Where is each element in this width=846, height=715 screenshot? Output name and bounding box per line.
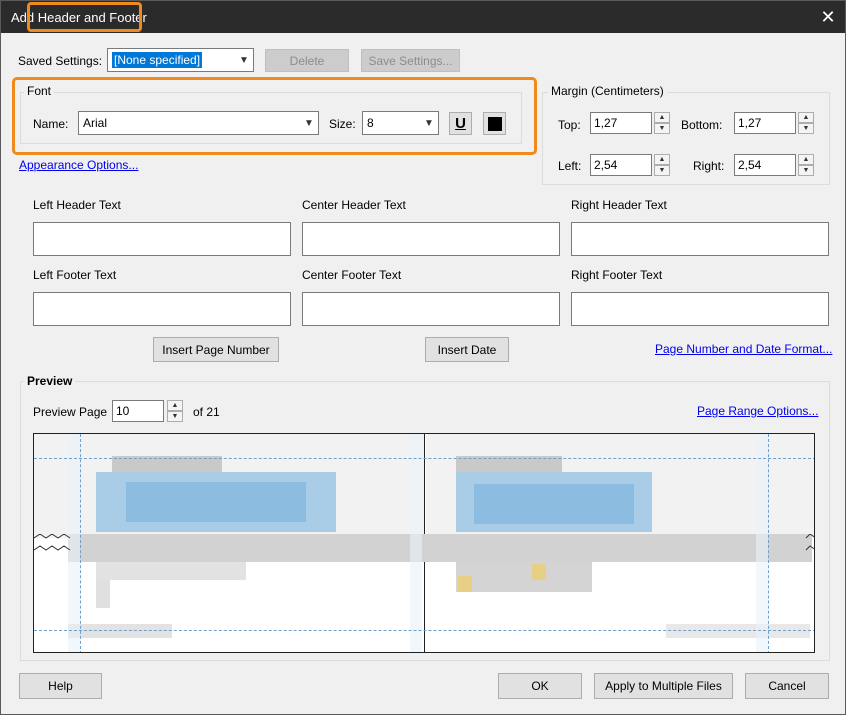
margin-left-input[interactable]: 2,54 — [590, 154, 652, 176]
page-range-options-link[interactable]: Page Range Options... — [697, 404, 818, 418]
center-header-input[interactable] — [302, 222, 560, 256]
saved-settings-value: [None specified] — [112, 52, 203, 68]
margin-right-value: 2,54 — [738, 158, 762, 172]
margin-right-spinner[interactable]: ▲ ▼ — [798, 154, 814, 176]
preview-page-spinner[interactable]: ▲ ▼ — [167, 400, 183, 422]
preview-margin-guide — [34, 458, 814, 459]
margin-right-label: Right: — [693, 159, 725, 173]
margin-top-label: Top: — [558, 118, 581, 132]
preview-blur-block — [532, 564, 546, 580]
spin-down-icon[interactable]: ▼ — [654, 123, 670, 134]
preview-blur-block — [96, 580, 110, 608]
preview-blur-block — [456, 562, 592, 592]
left-footer-input[interactable] — [33, 292, 291, 326]
preview-blur-block — [666, 624, 810, 638]
help-button[interactable]: Help — [19, 673, 102, 699]
page-number-date-format-link[interactable]: Page Number and Date Format... — [655, 342, 832, 356]
cancel-button[interactable]: Cancel — [745, 673, 829, 699]
preview-group-title: Preview — [24, 374, 76, 388]
spin-down-icon[interactable]: ▼ — [798, 123, 814, 134]
save-settings-button[interactable]: Save Settings... — [361, 49, 460, 72]
margin-top-spinner[interactable]: ▲ ▼ — [654, 112, 670, 134]
margin-left-value: 2,54 — [594, 158, 618, 172]
preview-page-total: of 21 — [193, 405, 220, 419]
margin-bottom-label: Bottom: — [681, 118, 723, 132]
left-footer-label: Left Footer Text — [33, 268, 117, 282]
left-header-input[interactable] — [33, 222, 291, 256]
margin-left-label: Left: — [558, 159, 582, 173]
insert-date-button[interactable]: Insert Date — [425, 337, 509, 362]
spin-down-icon[interactable]: ▼ — [167, 411, 183, 422]
center-footer-input[interactable] — [302, 292, 560, 326]
saved-settings-label: Saved Settings: — [18, 54, 103, 68]
chevron-down-icon: ▼ — [239, 54, 249, 66]
preview-page-input[interactable]: 10 — [112, 400, 164, 422]
spin-up-icon[interactable]: ▲ — [167, 400, 183, 411]
ok-button[interactable]: OK — [498, 673, 582, 699]
title-bar: Add Header and Footer ✕ — [1, 1, 845, 33]
apply-to-multiple-files-button[interactable]: Apply to Multiple Files — [594, 673, 733, 699]
appearance-options-link[interactable]: Appearance Options... — [19, 158, 138, 172]
delete-button[interactable]: Delete — [265, 49, 349, 72]
right-header-label: Right Header Text — [571, 198, 667, 212]
font-highlight-box — [12, 77, 537, 155]
spin-up-icon[interactable]: ▲ — [654, 154, 670, 165]
right-footer-label: Right Footer Text — [571, 268, 663, 282]
spin-down-icon[interactable]: ▼ — [654, 165, 670, 176]
preview-blur-block — [96, 562, 246, 580]
margin-top-value: 1,27 — [594, 116, 618, 130]
left-header-label: Left Header Text — [33, 198, 121, 212]
margin-left-spinner[interactable]: ▲ ▼ — [654, 154, 670, 176]
margin-bottom-input[interactable]: 1,27 — [734, 112, 796, 134]
preview-blur-block — [126, 482, 306, 522]
center-footer-label: Center Footer Text — [302, 268, 402, 282]
center-header-label: Center Header Text — [302, 198, 406, 212]
spin-down-icon[interactable]: ▼ — [798, 165, 814, 176]
margin-bottom-value: 1,27 — [738, 116, 762, 130]
right-header-input[interactable] — [571, 222, 829, 256]
preview-page-break — [34, 534, 814, 551]
title-highlight-box — [27, 2, 142, 32]
preview-page-value: 10 — [116, 404, 130, 418]
margin-group-title: Margin (Centimeters) — [548, 84, 667, 98]
preview-blur-block — [68, 624, 172, 638]
preview-blur-block — [458, 576, 472, 592]
preview-page-label: Preview Page — [33, 405, 108, 419]
margin-right-input[interactable]: 2,54 — [734, 154, 796, 176]
margin-top-input[interactable]: 1,27 — [590, 112, 652, 134]
spin-up-icon[interactable]: ▲ — [798, 154, 814, 165]
spin-up-icon[interactable]: ▲ — [654, 112, 670, 123]
right-footer-input[interactable] — [571, 292, 829, 326]
preview-blur-block — [474, 484, 634, 524]
insert-page-number-button[interactable]: Insert Page Number — [153, 337, 279, 362]
margin-bottom-spinner[interactable]: ▲ ▼ — [798, 112, 814, 134]
add-header-footer-dialog: Add Header and Footer ✕ Saved Settings: … — [0, 0, 846, 715]
close-button[interactable]: ✕ — [811, 1, 845, 33]
preview-canvas — [33, 433, 815, 653]
saved-settings-dropdown[interactable]: [None specified] ▼ — [107, 48, 254, 72]
spin-up-icon[interactable]: ▲ — [798, 112, 814, 123]
close-icon: ✕ — [820, 6, 836, 27]
preview-margin-guide — [34, 630, 814, 631]
